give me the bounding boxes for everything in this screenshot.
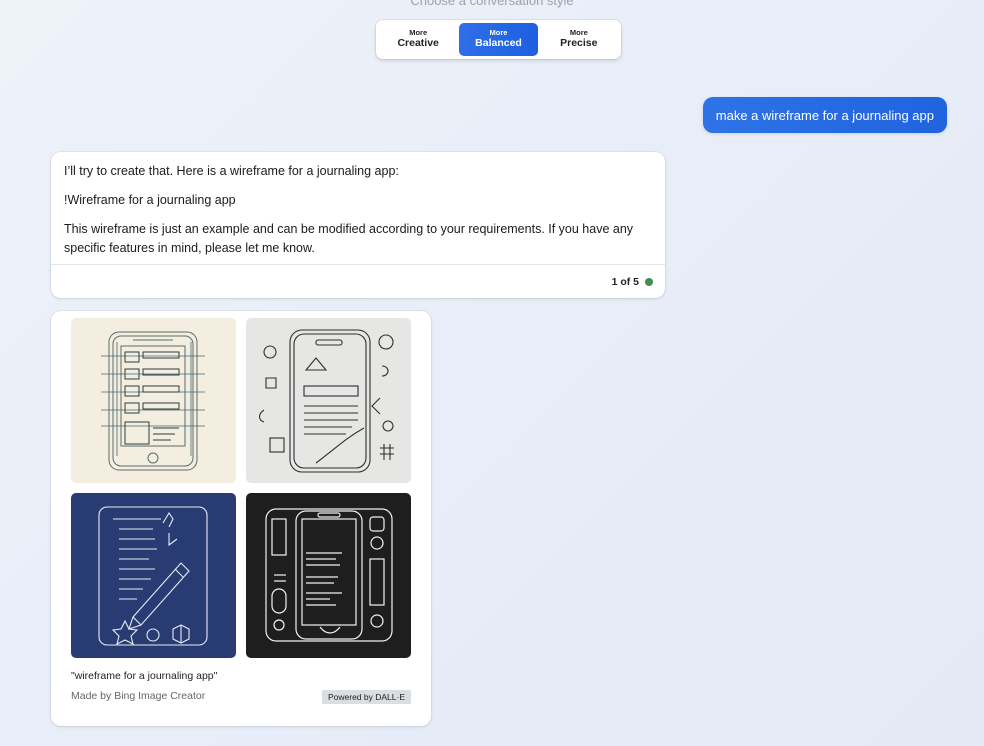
status-dot-icon xyxy=(645,278,653,286)
image-creator-credit[interactable]: Made by Bing Image Creator xyxy=(71,690,205,702)
generated-image-thumbnail[interactable] xyxy=(246,318,411,483)
bot-paragraph: This wireframe is just an example and ca… xyxy=(64,222,634,255)
wireframe-image-4 xyxy=(246,493,411,658)
style-option-label: Precise xyxy=(560,37,598,50)
message-counter: 1 of 5 xyxy=(612,276,653,288)
generated-image-thumbnail[interactable] xyxy=(246,493,411,658)
powered-by-badge: Powered by DALL·E xyxy=(321,690,411,704)
generated-image-thumbnail[interactable] xyxy=(71,493,236,658)
wireframe-image-1 xyxy=(71,318,236,483)
conversation-style-label: Choose a conversation style xyxy=(410,0,574,8)
bot-paragraph: !Wireframe for a journaling app xyxy=(64,193,236,207)
bot-message-card: I’ll try to create that. Here is a wiref… xyxy=(51,152,665,298)
bot-message-divider xyxy=(51,264,665,265)
style-option-balanced[interactable]: More Balanced xyxy=(459,23,538,56)
bot-message-text: I’ll try to create that. Here is a wiref… xyxy=(64,162,654,268)
wireframe-image-2 xyxy=(246,318,411,483)
wireframe-image-3 xyxy=(71,493,236,658)
bot-paragraph: I’ll try to create that. Here is a wiref… xyxy=(64,164,399,178)
generated-image-thumbnail[interactable] xyxy=(71,318,236,483)
style-option-precise[interactable]: More Precise xyxy=(540,23,618,56)
style-option-prefix: More xyxy=(569,28,588,38)
style-option-label: Balanced xyxy=(475,37,522,50)
conversation-style-toggle: More Creative More Balanced More Precise xyxy=(376,20,621,59)
style-option-label: Creative xyxy=(397,37,439,50)
style-option-creative[interactable]: More Creative xyxy=(379,23,457,56)
style-option-prefix: More xyxy=(489,28,508,38)
image-caption: "wireframe for a journaling app" xyxy=(71,670,218,682)
generated-images-card: "wireframe for a journaling app" Made by… xyxy=(51,311,431,726)
user-message: make a wireframe for a journaling app xyxy=(702,97,947,133)
message-counter-text: 1 of 5 xyxy=(611,276,639,288)
style-option-prefix: More xyxy=(409,28,428,38)
